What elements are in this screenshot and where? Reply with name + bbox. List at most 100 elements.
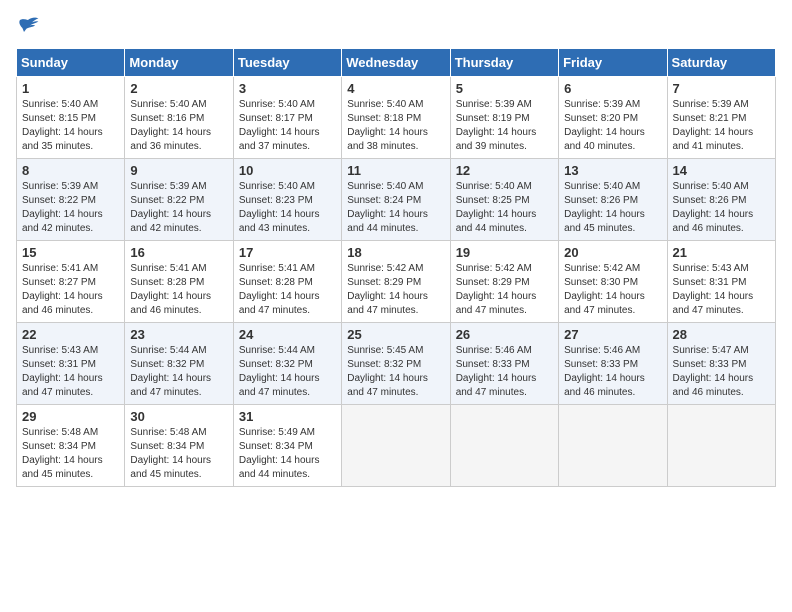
day-number: 22 (22, 327, 119, 342)
page-header (16, 16, 776, 36)
calendar-week-row: 1 Sunrise: 5:40 AMSunset: 8:15 PMDayligh… (17, 77, 776, 159)
calendar-day-cell: 10 Sunrise: 5:40 AMSunset: 8:23 PMDaylig… (233, 159, 341, 241)
day-detail: Sunrise: 5:48 AMSunset: 8:34 PMDaylight:… (22, 426, 119, 482)
day-detail: Sunrise: 5:42 AMSunset: 8:29 PMDaylight:… (347, 262, 444, 318)
day-detail: Sunrise: 5:42 AMSunset: 8:30 PMDaylight:… (564, 262, 661, 318)
day-detail: Sunrise: 5:41 AMSunset: 8:28 PMDaylight:… (130, 262, 227, 318)
day-number: 21 (673, 245, 770, 260)
day-number: 31 (239, 409, 336, 424)
day-detail: Sunrise: 5:42 AMSunset: 8:29 PMDaylight:… (456, 262, 553, 318)
day-detail: Sunrise: 5:39 AMSunset: 8:21 PMDaylight:… (673, 98, 770, 154)
day-number: 15 (22, 245, 119, 260)
day-detail: Sunrise: 5:48 AMSunset: 8:34 PMDaylight:… (130, 426, 227, 482)
day-detail: Sunrise: 5:40 AMSunset: 8:18 PMDaylight:… (347, 98, 444, 154)
day-number: 2 (130, 81, 227, 96)
calendar-header-row: SundayMondayTuesdayWednesdayThursdayFrid… (17, 49, 776, 77)
day-number: 19 (456, 245, 553, 260)
calendar-day-cell: 19 Sunrise: 5:42 AMSunset: 8:29 PMDaylig… (450, 241, 558, 323)
calendar-table: SundayMondayTuesdayWednesdayThursdayFrid… (16, 48, 776, 487)
weekday-header-monday: Monday (125, 49, 233, 77)
day-number: 6 (564, 81, 661, 96)
day-number: 13 (564, 163, 661, 178)
calendar-day-cell: 15 Sunrise: 5:41 AMSunset: 8:27 PMDaylig… (17, 241, 125, 323)
day-detail: Sunrise: 5:49 AMSunset: 8:34 PMDaylight:… (239, 426, 336, 482)
calendar-week-row: 22 Sunrise: 5:43 AMSunset: 8:31 PMDaylig… (17, 323, 776, 405)
day-detail: Sunrise: 5:43 AMSunset: 8:31 PMDaylight:… (673, 262, 770, 318)
day-number: 25 (347, 327, 444, 342)
calendar-day-cell: 22 Sunrise: 5:43 AMSunset: 8:31 PMDaylig… (17, 323, 125, 405)
logo (16, 16, 44, 36)
day-detail: Sunrise: 5:40 AMSunset: 8:15 PMDaylight:… (22, 98, 119, 154)
calendar-day-cell: 9 Sunrise: 5:39 AMSunset: 8:22 PMDayligh… (125, 159, 233, 241)
calendar-day-cell: 2 Sunrise: 5:40 AMSunset: 8:16 PMDayligh… (125, 77, 233, 159)
weekday-header-wednesday: Wednesday (342, 49, 450, 77)
day-detail: Sunrise: 5:40 AMSunset: 8:25 PMDaylight:… (456, 180, 553, 236)
calendar-day-cell: 17 Sunrise: 5:41 AMSunset: 8:28 PMDaylig… (233, 241, 341, 323)
calendar-day-cell: 26 Sunrise: 5:46 AMSunset: 8:33 PMDaylig… (450, 323, 558, 405)
day-detail: Sunrise: 5:40 AMSunset: 8:26 PMDaylight:… (564, 180, 661, 236)
calendar-week-row: 15 Sunrise: 5:41 AMSunset: 8:27 PMDaylig… (17, 241, 776, 323)
weekday-header-tuesday: Tuesday (233, 49, 341, 77)
weekday-header-thursday: Thursday (450, 49, 558, 77)
day-number: 10 (239, 163, 336, 178)
day-detail: Sunrise: 5:41 AMSunset: 8:27 PMDaylight:… (22, 262, 119, 318)
calendar-day-cell: 16 Sunrise: 5:41 AMSunset: 8:28 PMDaylig… (125, 241, 233, 323)
calendar-day-cell: 11 Sunrise: 5:40 AMSunset: 8:24 PMDaylig… (342, 159, 450, 241)
day-detail: Sunrise: 5:40 AMSunset: 8:24 PMDaylight:… (347, 180, 444, 236)
weekday-header-saturday: Saturday (667, 49, 775, 77)
day-number: 27 (564, 327, 661, 342)
calendar-day-cell (667, 405, 775, 487)
day-detail: Sunrise: 5:44 AMSunset: 8:32 PMDaylight:… (130, 344, 227, 400)
calendar-day-cell: 7 Sunrise: 5:39 AMSunset: 8:21 PMDayligh… (667, 77, 775, 159)
day-detail: Sunrise: 5:47 AMSunset: 8:33 PMDaylight:… (673, 344, 770, 400)
day-number: 5 (456, 81, 553, 96)
day-detail: Sunrise: 5:40 AMSunset: 8:17 PMDaylight:… (239, 98, 336, 154)
day-number: 7 (673, 81, 770, 96)
day-number: 24 (239, 327, 336, 342)
day-number: 29 (22, 409, 119, 424)
day-detail: Sunrise: 5:43 AMSunset: 8:31 PMDaylight:… (22, 344, 119, 400)
day-number: 17 (239, 245, 336, 260)
calendar-day-cell: 30 Sunrise: 5:48 AMSunset: 8:34 PMDaylig… (125, 405, 233, 487)
day-number: 8 (22, 163, 119, 178)
day-number: 18 (347, 245, 444, 260)
calendar-day-cell: 27 Sunrise: 5:46 AMSunset: 8:33 PMDaylig… (559, 323, 667, 405)
day-number: 11 (347, 163, 444, 178)
day-number: 23 (130, 327, 227, 342)
day-number: 12 (456, 163, 553, 178)
day-detail: Sunrise: 5:40 AMSunset: 8:26 PMDaylight:… (673, 180, 770, 236)
day-number: 30 (130, 409, 227, 424)
calendar-day-cell: 14 Sunrise: 5:40 AMSunset: 8:26 PMDaylig… (667, 159, 775, 241)
day-detail: Sunrise: 5:39 AMSunset: 8:22 PMDaylight:… (22, 180, 119, 236)
calendar-day-cell: 21 Sunrise: 5:43 AMSunset: 8:31 PMDaylig… (667, 241, 775, 323)
calendar-day-cell: 23 Sunrise: 5:44 AMSunset: 8:32 PMDaylig… (125, 323, 233, 405)
day-detail: Sunrise: 5:45 AMSunset: 8:32 PMDaylight:… (347, 344, 444, 400)
calendar-day-cell: 25 Sunrise: 5:45 AMSunset: 8:32 PMDaylig… (342, 323, 450, 405)
day-number: 26 (456, 327, 553, 342)
calendar-day-cell: 8 Sunrise: 5:39 AMSunset: 8:22 PMDayligh… (17, 159, 125, 241)
calendar-day-cell: 18 Sunrise: 5:42 AMSunset: 8:29 PMDaylig… (342, 241, 450, 323)
day-number: 3 (239, 81, 336, 96)
weekday-header-sunday: Sunday (17, 49, 125, 77)
calendar-day-cell (450, 405, 558, 487)
calendar-day-cell: 3 Sunrise: 5:40 AMSunset: 8:17 PMDayligh… (233, 77, 341, 159)
day-number: 16 (130, 245, 227, 260)
day-number: 20 (564, 245, 661, 260)
day-detail: Sunrise: 5:41 AMSunset: 8:28 PMDaylight:… (239, 262, 336, 318)
day-detail: Sunrise: 5:39 AMSunset: 8:22 PMDaylight:… (130, 180, 227, 236)
logo-bird-icon (16, 16, 40, 36)
day-detail: Sunrise: 5:40 AMSunset: 8:23 PMDaylight:… (239, 180, 336, 236)
calendar-day-cell: 1 Sunrise: 5:40 AMSunset: 8:15 PMDayligh… (17, 77, 125, 159)
calendar-day-cell: 12 Sunrise: 5:40 AMSunset: 8:25 PMDaylig… (450, 159, 558, 241)
calendar-day-cell: 6 Sunrise: 5:39 AMSunset: 8:20 PMDayligh… (559, 77, 667, 159)
calendar-day-cell: 31 Sunrise: 5:49 AMSunset: 8:34 PMDaylig… (233, 405, 341, 487)
calendar-day-cell: 5 Sunrise: 5:39 AMSunset: 8:19 PMDayligh… (450, 77, 558, 159)
day-detail: Sunrise: 5:44 AMSunset: 8:32 PMDaylight:… (239, 344, 336, 400)
day-number: 28 (673, 327, 770, 342)
day-detail: Sunrise: 5:39 AMSunset: 8:20 PMDaylight:… (564, 98, 661, 154)
day-number: 1 (22, 81, 119, 96)
calendar-day-cell: 29 Sunrise: 5:48 AMSunset: 8:34 PMDaylig… (17, 405, 125, 487)
calendar-day-cell: 20 Sunrise: 5:42 AMSunset: 8:30 PMDaylig… (559, 241, 667, 323)
calendar-day-cell (342, 405, 450, 487)
day-number: 14 (673, 163, 770, 178)
